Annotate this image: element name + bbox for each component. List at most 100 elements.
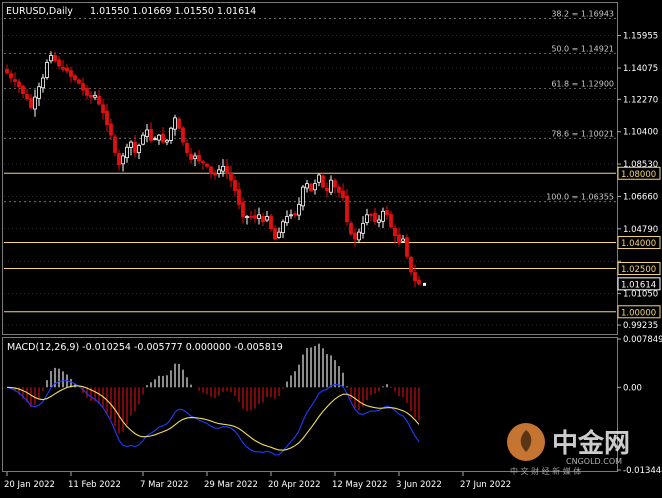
bear-candle bbox=[209, 166, 213, 174]
bear-candle bbox=[185, 143, 189, 153]
macd-label: MACD(12,26,9) -0.010254 -0.005777 0.0000… bbox=[7, 342, 283, 353]
bear-candle bbox=[29, 98, 33, 108]
bull-candle bbox=[121, 155, 125, 165]
bear-candle bbox=[269, 215, 273, 230]
bear-candle bbox=[197, 154, 201, 162]
bear-candle bbox=[21, 85, 25, 95]
chart-symbol-title: EURUSD,Daily bbox=[6, 6, 73, 17]
bear-candle bbox=[345, 195, 349, 223]
price-tick-label: 0.99235 bbox=[623, 321, 658, 331]
bear-candle bbox=[417, 279, 421, 285]
bull-candle bbox=[93, 94, 97, 98]
cngold-watermark: 中金网 CNGOLD.COM 中 文 财 经 新 媒 体 bbox=[504, 420, 654, 476]
bull-candle bbox=[401, 238, 405, 242]
bull-candle bbox=[141, 134, 145, 145]
price-level-label: 1.08000 bbox=[621, 170, 656, 180]
bear-candle bbox=[321, 175, 325, 188]
bull-candle bbox=[329, 179, 333, 193]
time-tick-label: 7 Mar 2022 bbox=[140, 480, 188, 490]
bull-candle bbox=[281, 221, 285, 233]
candlesticks bbox=[5, 51, 426, 288]
bear-candle bbox=[13, 79, 17, 82]
watermark-slogan: 中 文 财 经 新 媒 体 bbox=[510, 466, 581, 476]
bull-candle bbox=[257, 214, 261, 219]
price-level-label: 1.00000 bbox=[621, 308, 656, 318]
bull-candle bbox=[169, 127, 173, 141]
bear-candle bbox=[373, 212, 377, 223]
bear-candle bbox=[413, 272, 417, 282]
bear-candle bbox=[225, 165, 229, 174]
bear-candle bbox=[389, 214, 393, 228]
bull-candle bbox=[277, 231, 281, 238]
watermark-site: CNGOLD.COM bbox=[566, 457, 622, 466]
time-tick-label: 12 May 2022 bbox=[332, 480, 387, 490]
bull-candle bbox=[357, 231, 361, 241]
bear-candle bbox=[97, 95, 101, 105]
bull-candle bbox=[49, 55, 53, 62]
current-price-label: 1.01614 bbox=[621, 280, 656, 290]
bear-candle bbox=[341, 190, 345, 198]
bear-candle bbox=[89, 94, 93, 98]
bull-candle bbox=[153, 138, 157, 141]
bull-candle bbox=[41, 77, 45, 89]
bear-candle bbox=[233, 180, 237, 191]
bear-candle bbox=[17, 81, 21, 88]
bear-candle bbox=[101, 104, 105, 114]
fib-level-label: 50.0 = 1.14921 bbox=[551, 44, 614, 53]
price-level-label: 1.02500 bbox=[621, 265, 656, 275]
bear-candle bbox=[189, 153, 193, 160]
main-chart-frame bbox=[2, 2, 618, 335]
bear-candle bbox=[333, 180, 337, 188]
price-tick-label: 1.04790 bbox=[623, 225, 658, 235]
watermark-brand: 中金网 bbox=[552, 428, 630, 459]
price-tick-label: 1.10400 bbox=[623, 128, 658, 138]
last-price-marker bbox=[423, 282, 426, 286]
bear-candle bbox=[57, 59, 61, 67]
bull-candle bbox=[129, 141, 133, 148]
bear-candle bbox=[241, 202, 245, 217]
bear-candle bbox=[133, 141, 137, 153]
bull-candle bbox=[297, 204, 301, 216]
bear-candle bbox=[77, 79, 81, 84]
bear-candle bbox=[105, 110, 109, 126]
bear-candle bbox=[117, 153, 121, 166]
bear-candle bbox=[5, 69, 9, 74]
price-tick-label: 1.08530 bbox=[623, 160, 658, 170]
bull-candle bbox=[381, 210, 385, 222]
bear-candle bbox=[109, 123, 113, 136]
bear-candle bbox=[205, 163, 209, 167]
bull-candle bbox=[193, 155, 197, 159]
bull-candle bbox=[313, 183, 317, 191]
bear-candle bbox=[337, 186, 341, 193]
fib-level-label: 100.0 = 1.06355 bbox=[546, 193, 614, 202]
macd-indicator bbox=[6, 343, 420, 456]
bull-candle bbox=[173, 117, 177, 130]
price-level-label: 1.04000 bbox=[621, 239, 656, 249]
bear-candle bbox=[201, 161, 205, 164]
bear-candle bbox=[81, 83, 85, 91]
bull-candle bbox=[137, 145, 141, 153]
time-tick-label: 20 Jan 2022 bbox=[4, 480, 55, 490]
time-axis: 20 Jan 2022 11 Feb 2022 7 Mar 2022 29 Mar 2… bbox=[4, 472, 511, 490]
bull-candle bbox=[217, 169, 221, 174]
bull-candle bbox=[365, 214, 369, 223]
price-tick-label: 1.12270 bbox=[623, 95, 658, 105]
bear-candle bbox=[213, 173, 217, 176]
bear-candle bbox=[113, 136, 117, 153]
bear-candle bbox=[409, 256, 413, 273]
bear-candle bbox=[325, 188, 329, 191]
bull-candle bbox=[377, 219, 381, 223]
bear-candle bbox=[261, 215, 265, 223]
bull-candle bbox=[221, 165, 225, 172]
bull-candle bbox=[285, 216, 289, 224]
fib-level-label: 38.2 = 1.16943 bbox=[551, 9, 614, 18]
time-tick-label: 27 Jun 2022 bbox=[460, 480, 511, 490]
bull-candle bbox=[33, 96, 37, 110]
bull-candle bbox=[37, 86, 41, 99]
bear-candle bbox=[253, 215, 257, 219]
bear-candle bbox=[69, 70, 73, 77]
bull-candle bbox=[245, 216, 249, 218]
time-tick-label: 29 Mar 2022 bbox=[204, 480, 258, 490]
bear-candle bbox=[9, 73, 13, 79]
bear-candle bbox=[309, 183, 313, 191]
